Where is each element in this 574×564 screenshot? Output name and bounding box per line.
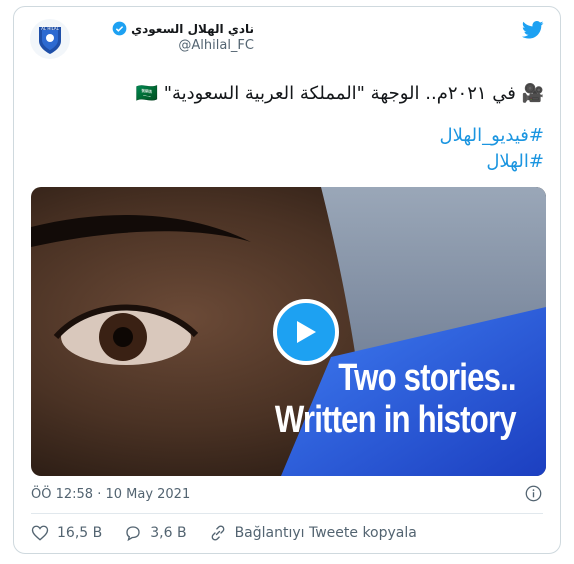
reply-button[interactable]: 3,6 B xyxy=(124,524,187,542)
svg-text:AL HILAL: AL HILAL xyxy=(41,26,59,31)
link-icon xyxy=(211,525,224,541)
copy-link-label: Bağlantıyı Tweete kopyala xyxy=(234,525,417,541)
author-name[interactable]: نادي الهلال السعودي xyxy=(131,22,254,36)
info-icon[interactable] xyxy=(525,485,542,502)
reply-icon xyxy=(126,526,140,542)
verified-badge-icon xyxy=(112,21,127,36)
like-count: 16,5 B xyxy=(57,525,103,541)
author-handle[interactable]: @Alhilal_FC xyxy=(112,38,254,53)
tweet-card: AL HILAL نادي الهلال السعودي @Alhilal_FC… xyxy=(13,6,561,554)
play-button[interactable] xyxy=(273,299,339,365)
author-name-row[interactable]: نادي الهلال السعودي xyxy=(112,21,254,36)
divider xyxy=(31,513,543,514)
overlay-line: Written in history xyxy=(275,399,517,441)
hashtag-link[interactable]: #الهلال xyxy=(28,149,544,175)
copy-link-button[interactable]: Bağlantıyı Tweete kopyala xyxy=(209,524,417,542)
tweet-actions: 16,5 B 3,6 B Bağlantıyı Tweete kopyala xyxy=(31,524,439,542)
video-overlay-text: Two stories.. Written in history xyxy=(275,357,517,441)
like-button[interactable]: 16,5 B xyxy=(31,524,102,542)
avatar[interactable]: AL HILAL xyxy=(30,19,70,59)
hashtag-link[interactable]: #فيديو_الهلال xyxy=(28,123,544,149)
tweet-author[interactable]: نادي الهلال السعودي @Alhilal_FC xyxy=(112,21,254,53)
twitter-bird-icon[interactable] xyxy=(522,21,544,39)
tweet-text-line: 🎥 في ٢٠٢١م.. الوجهة "المملكة العربية الس… xyxy=(135,83,544,104)
tweet-timestamp[interactable]: ÖÖ 12:58 · 10 May 2021 xyxy=(31,487,190,502)
heart-icon xyxy=(31,525,49,541)
video-thumbnail[interactable]: Two stories.. Written in history xyxy=(31,187,546,476)
play-icon xyxy=(297,321,316,343)
overlay-line: Two stories.. xyxy=(338,357,517,399)
reply-count: 3,6 B xyxy=(150,525,187,541)
tweet-text: 🎥 في ٢٠٢١م.. الوجهة "المملكة العربية الس… xyxy=(28,81,544,175)
